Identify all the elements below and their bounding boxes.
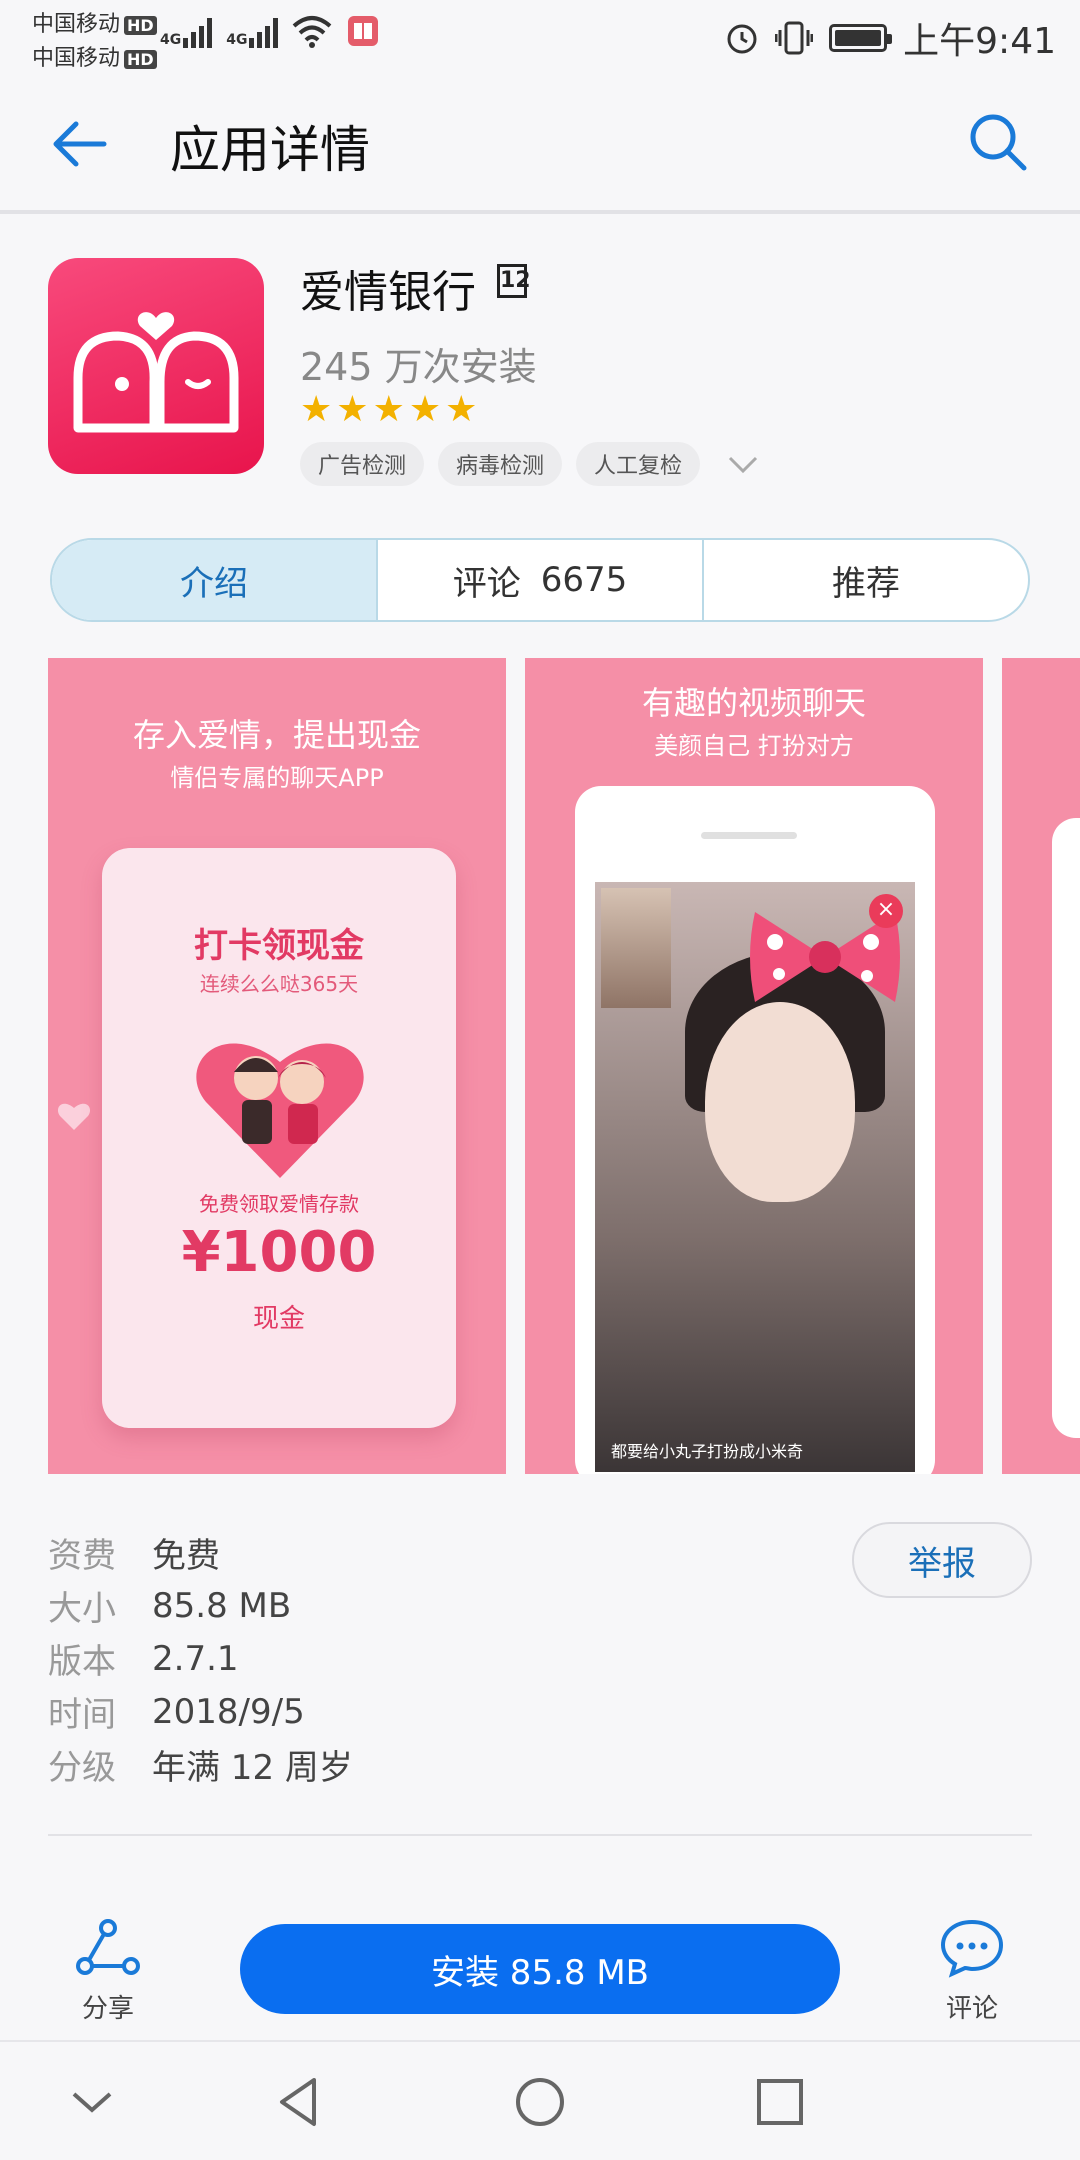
info-key: 大小 [48,1589,116,1629]
info-key: 版本 [48,1642,116,1682]
comment-label: 评论 [945,1994,998,2024]
report-button[interactable]: 举报 [852,1522,1032,1598]
info-value: 2018/9/5 [152,1691,305,1732]
nav-recents-icon[interactable] [748,2070,812,2134]
star-icon: ★ [445,389,478,430]
nav-hide-icon[interactable] [60,2070,124,2134]
share-icon [76,1919,140,1975]
screenshot-1[interactable]: 存入爱情，提出现金 情侣专属的聊天APP 打卡领现金 连续么么哒365天 免费领… [48,658,506,1474]
book-notification-icon [348,16,379,46]
clock: 上午9:41 [903,21,1056,62]
star-icon: ★ [408,389,442,430]
vibrate-icon [775,21,814,55]
carrier-1: 中国移动 HD [32,6,157,38]
hd-badge: HD [124,50,157,69]
screenshot-2-title: 有趣的视频聊天 [641,684,866,722]
screenshot-2-subtitle: 美颜自己 打扮对方 [654,732,854,760]
hd-badge: HD [124,16,157,35]
chip-virus-check: 病毒检测 [438,442,563,486]
carrier-2-label: 中国移动 [32,46,121,71]
signal-bars-1-icon [183,14,213,48]
signal-bars-2-icon [249,14,279,48]
tab-recommend-label: 推荐 [832,563,900,604]
carrier-2: 中国移动 HD [32,40,157,72]
nav-home-icon[interactable] [508,2070,572,2134]
app-name: 爱情银行 [300,267,476,318]
info-key: 资费 [48,1536,116,1576]
share-label: 分享 [81,1994,134,2024]
security-chips: 广告检测 病毒检测 人工复检 [300,442,758,486]
battery-icon [829,24,893,52]
alarm-icon [727,24,757,54]
screenshot-2[interactable]: 有趣的视频聊天 美颜自己 打扮对方 × 都要给小丸子打扮成小米奇 [525,658,983,1474]
info-row-version: 版本 2.7.1 [48,1632,353,1685]
nav-back-icon[interactable] [268,2070,332,2134]
screenshot-1-subtitle: 情侣专属的聊天APP [170,764,384,792]
tab-reviews-label: 评论 [452,563,521,604]
pip-video [601,888,671,1008]
tab-intro-label: 介绍 [180,563,248,604]
star-icon: ★ [372,389,405,430]
promo-amount: ¥1000 [181,1220,377,1285]
info-key: 分级 [48,1748,116,1788]
promo-card: 打卡领现金 连续么么哒365天 免费领取爱情存款 ¥1000 现金 [102,848,456,1428]
face-illustration [705,1002,855,1202]
app-bar: 应用详情 [0,74,1080,214]
chip-manual-check: 人工复检 [576,442,701,486]
age-rating-badge: 12 [497,264,531,298]
star-rating: ★ ★ ★ ★ ★ [300,392,477,428]
promo-subtitle: 连续么么哒365天 [199,972,359,996]
info-row-price: 资费 免费 [48,1526,353,1579]
status-bar: 中国移动 HD 中国移动 HD 4G 4G 上午9:41 [0,0,1080,74]
review-count: 6675 [540,560,628,600]
video-caption: 都要给小丸子打扮成小米奇 [611,1442,804,1461]
info-value: 免费 [152,1536,220,1576]
tab-reviews[interactable]: 评论 6675 [376,540,702,620]
screenshot-carousel[interactable]: 存入爱情，提出现金 情侣专属的聊天APP 打卡领现金 连续么么哒365天 免费领… [48,658,1080,1474]
info-row-size: 大小 85.8 MB [48,1579,353,1632]
promo-claim: 免费领取爱情存款 [199,1192,359,1216]
info-key: 时间 [48,1695,116,1735]
video-chat-preview: × 都要给小丸子打扮成小米奇 [595,882,915,1472]
install-button[interactable]: 安装 85.8 MB [240,1924,840,2014]
phone-mockup: × 都要给小丸子打扮成小米奇 [575,786,935,1474]
back-arrow-icon[interactable] [48,112,112,176]
system-nav-bar [0,2040,1080,2160]
promo-title: 打卡领现金 [194,926,364,966]
couple-heart-illustration [196,1043,364,1178]
comment-button[interactable]: 评论 [926,1918,1018,2025]
app-logo [48,258,264,474]
carrier-1-label: 中国移动 [32,12,121,37]
share-button[interactable]: 分享 [60,1918,156,2025]
status-right: 上午9:41 [725,12,1056,64]
info-row-date: 时间 2018/9/5 [48,1685,353,1738]
comment-icon [940,1919,1004,1978]
info-value: 2.7.1 [152,1638,239,1679]
tab-intro[interactable]: 介绍 [52,540,376,620]
page-title: 应用详情 [170,121,370,179]
divider [48,1834,1032,1836]
app-info: 资费 免费 大小 85.8 MB 版本 2.7.1 时间 2018/9/5 分级… [48,1526,353,1791]
close-icon: × [869,894,903,928]
info-value: 85.8 MB [152,1585,292,1626]
screenshot-3[interactable] [1002,658,1080,1474]
star-icon: ★ [336,389,369,430]
info-row-rating: 分级 年满 12 周岁 [48,1738,353,1791]
search-icon[interactable] [966,110,1030,174]
chip-ad-check: 广告检测 [300,442,425,486]
detail-tabs: 介绍 评论 6675 推荐 [50,538,1030,622]
promo-cash: 现金 [252,1304,305,1334]
star-icon: ★ [300,389,333,430]
wifi-icon [293,16,332,48]
heart-icon [57,1103,91,1130]
tab-recommend[interactable]: 推荐 [702,540,1028,620]
signal-indicators: 4G 4G [160,14,380,48]
info-value: 年满 12 周岁 [152,1748,353,1788]
screenshot-1-title: 存入爱情，提出现金 [132,716,421,754]
install-count: 245 万次安装 [300,345,537,389]
chevron-down-icon[interactable] [728,449,758,479]
network-type-1: 4G [160,32,182,48]
network-type-2: 4G [226,32,248,48]
